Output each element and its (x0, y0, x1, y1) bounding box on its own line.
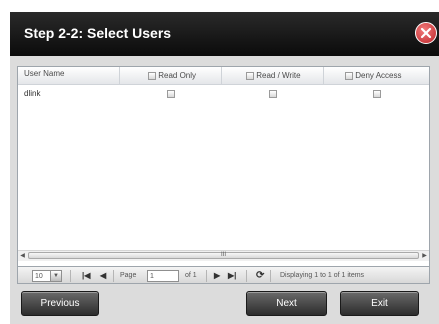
page-number-input[interactable]: 1 (147, 270, 179, 282)
chevron-down-icon[interactable]: ▼ (50, 271, 61, 281)
grid-header: User Name Read Only Read / Write Deny Ac… (18, 67, 429, 85)
column-header-deny-access[interactable]: Deny Access (324, 67, 429, 84)
read-write-checkbox[interactable] (269, 89, 277, 98)
table-row[interactable]: dlink (18, 85, 429, 103)
pagination-bar: 10 ▼ |◀ ◀ Page 1 of 1 ▶ ▶| ⟳ Displaying … (17, 266, 430, 284)
close-button[interactable] (415, 22, 437, 44)
dialog-titlebar: Step 2-2: Select Users (10, 12, 439, 56)
column-header-read-only[interactable]: Read Only (120, 67, 222, 84)
column-label-deny-access: Deny Access (355, 71, 402, 80)
page-size-value: 10 (35, 273, 43, 280)
next-page-icon[interactable]: ▶ (214, 270, 220, 282)
read-write-cell (222, 85, 324, 103)
page-size-select[interactable]: 10 ▼ (32, 270, 62, 282)
select-all-read-only-checkbox[interactable] (148, 71, 156, 80)
scroll-left-icon[interactable]: ◀ (18, 251, 27, 261)
page-count-label: of 1 (185, 272, 197, 279)
scroll-thumb-grip: III (220, 252, 226, 258)
read-only-cell (120, 85, 222, 103)
pager-separator (113, 270, 114, 282)
select-all-read-write-checkbox[interactable] (246, 71, 254, 80)
exit-button[interactable]: Exit (340, 291, 419, 316)
column-header-read-write[interactable]: Read / Write (222, 67, 324, 84)
column-label-read-only: Read Only (158, 71, 197, 80)
users-grid: User Name Read Only Read / Write Deny Ac… (17, 66, 430, 281)
column-label-read-write: Read / Write (256, 71, 301, 80)
last-page-icon[interactable]: ▶| (228, 270, 236, 282)
horizontal-scrollbar[interactable]: ◀ III ▶ (18, 250, 429, 261)
pager-separator (70, 270, 71, 282)
select-all-deny-access-checkbox[interactable] (345, 71, 353, 80)
column-label-user-name: User Name (24, 69, 65, 78)
refresh-icon[interactable]: ⟳ (256, 270, 264, 282)
close-icon (420, 27, 432, 39)
pager-separator (206, 270, 207, 282)
prev-page-icon[interactable]: ◀ (100, 270, 106, 282)
scroll-thumb[interactable]: III (28, 252, 419, 259)
display-status: Displaying 1 to 1 of 1 items (280, 272, 365, 279)
dialog-title: Step 2-2: Select Users (24, 25, 172, 41)
scroll-right-icon[interactable]: ▶ (420, 251, 429, 261)
read-only-checkbox[interactable] (167, 89, 175, 98)
deny-access-cell (324, 85, 429, 103)
next-button[interactable]: Next (246, 291, 327, 316)
pager-separator (246, 270, 247, 282)
previous-button[interactable]: Previous (21, 291, 99, 316)
select-users-dialog: Step 2-2: Select Users User Name Read On… (0, 0, 439, 324)
column-header-user-name[interactable]: User Name (18, 67, 120, 84)
pager-separator (270, 270, 271, 282)
first-page-icon[interactable]: |◀ (82, 270, 90, 282)
page-label: Page (120, 272, 137, 279)
deny-access-checkbox[interactable] (372, 89, 381, 98)
user-name-cell: dlink (24, 89, 41, 98)
